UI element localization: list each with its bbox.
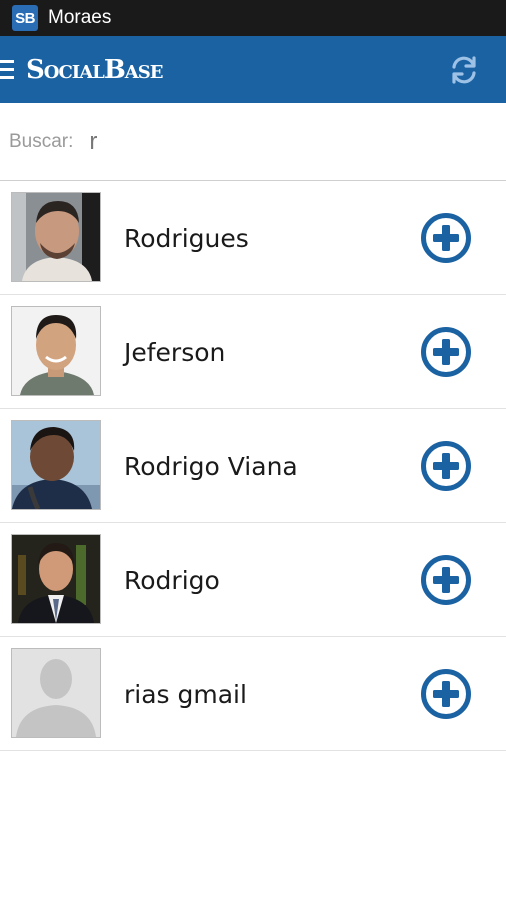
app-icon: SB (12, 5, 38, 31)
contact-name: Jeferson (124, 337, 226, 367)
status-title: Moraes (48, 7, 112, 28)
brand-logo: SocialBase (26, 54, 163, 85)
avatar-placeholder (11, 648, 101, 738)
contact-name: Rodrigues (124, 223, 249, 253)
refresh-icon[interactable] (446, 52, 482, 88)
list-item[interactable]: rias gmail (0, 637, 506, 751)
search-label: Buscar: (9, 130, 74, 152)
search-bar: Buscar: (0, 103, 506, 181)
contact-name: Rodrigo Viana (124, 451, 298, 481)
contact-name: Rodrigo (124, 565, 220, 595)
avatar (11, 306, 101, 396)
status-bar: SB Moraes (0, 0, 506, 36)
avatar (11, 534, 101, 624)
contact-name: rias gmail (124, 679, 247, 709)
add-contact-icon[interactable] (420, 668, 472, 720)
list-item[interactable]: Jeferson (0, 295, 506, 409)
avatar (11, 420, 101, 510)
search-input[interactable] (89, 127, 450, 156)
add-contact-icon[interactable] (420, 440, 472, 492)
add-contact-icon[interactable] (420, 212, 472, 264)
add-contact-icon[interactable] (420, 326, 472, 378)
list-item[interactable]: Rodrigues (0, 181, 506, 295)
avatar (11, 192, 101, 282)
list-item[interactable]: Rodrigo (0, 523, 506, 637)
results-list: Rodrigues Jeferson Rodrigo Viana Rodrigo… (0, 181, 506, 751)
app-bar: SocialBase (0, 36, 506, 103)
add-contact-icon[interactable] (420, 554, 472, 606)
list-item[interactable]: Rodrigo Viana (0, 409, 506, 523)
menu-icon[interactable] (0, 60, 18, 79)
